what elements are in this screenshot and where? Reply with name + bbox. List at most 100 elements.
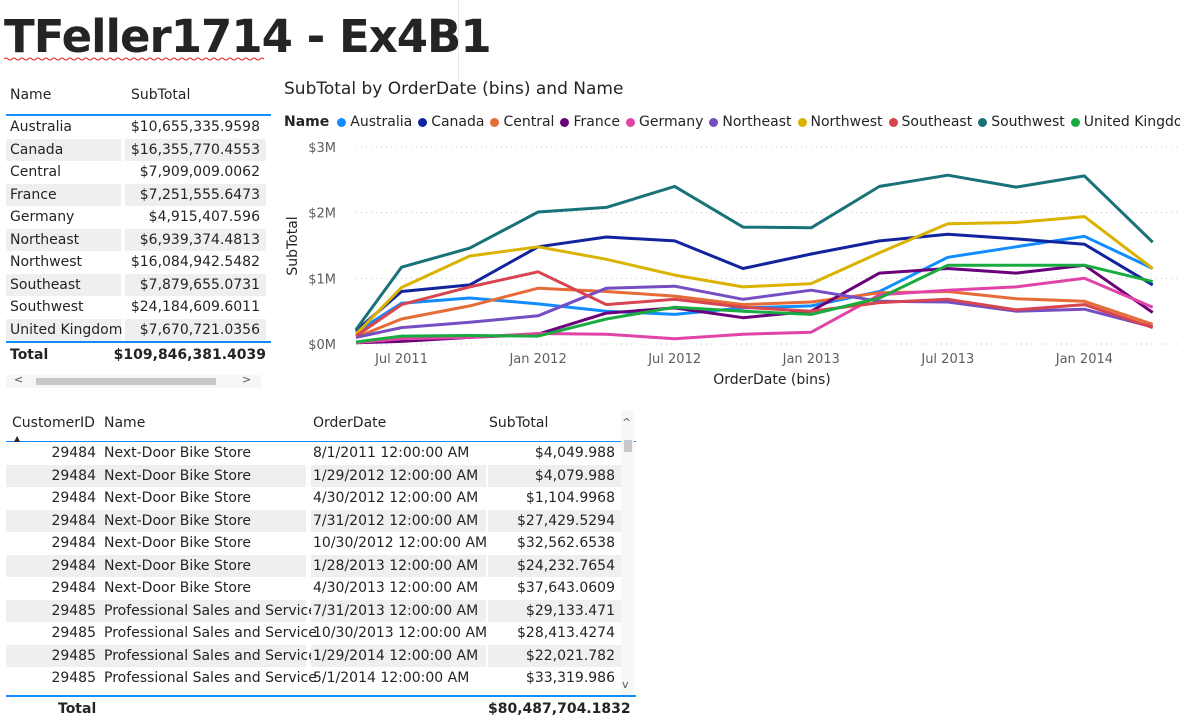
header-customerid[interactable]: CustomerID: [12, 415, 95, 431]
header-subtotal[interactable]: SubTotal: [131, 87, 190, 103]
legend-dot-icon: [888, 117, 898, 127]
cell-customerid: 29485: [51, 670, 96, 686]
cell-name: Northeast: [6, 228, 121, 251]
legend-dot-icon: [418, 117, 428, 127]
summary-table-body: Australia $10,655,335.9598 Canada $16,355,7…: [6, 116, 271, 341]
table-row[interactable]: France $7,251,555.6473: [6, 183, 271, 206]
table-row[interactable]: Southeast $7,879,655.0731: [6, 273, 271, 296]
cell-name: Australia: [10, 119, 72, 135]
table-row[interactable]: 29484 Next-Door Bike Store 7/31/2012 12:00…: [6, 509, 636, 532]
summary-total-label: Total: [10, 347, 49, 363]
header-name[interactable]: Name: [104, 415, 145, 431]
legend-item[interactable]: Canada: [418, 114, 484, 130]
table-row[interactable]: Southwest $24,184,609.6011: [6, 296, 271, 319]
table-row[interactable]: 29484 Next-Door Bike Store 4/30/2013 12:00…: [6, 577, 636, 600]
cell-customerid: 29485: [6, 644, 102, 667]
table-row[interactable]: United Kingdom $7,670,721.0356: [6, 318, 271, 341]
cell-name: Professional Sales and Service: [104, 670, 317, 686]
table-row[interactable]: 29484 Next-Door Bike Store 4/30/2012 12:00…: [6, 487, 636, 510]
legend-label: Southeast: [901, 114, 973, 130]
table-row[interactable]: Germany $4,915,407.596: [6, 206, 271, 229]
header-subtotal[interactable]: SubTotal: [489, 415, 548, 431]
cell-customerid: 29484: [51, 580, 96, 596]
cell-subtotal: $7,251,555.6473: [125, 183, 266, 206]
summary-total-value: $109,846,381.4039: [113, 347, 266, 363]
scroll-down-arrow[interactable]: v: [622, 678, 629, 691]
table-row[interactable]: 29485 Professional Sales and Service 1/29/…: [6, 644, 636, 667]
cell-name: Next-Door Bike Store: [104, 580, 251, 596]
cell-subtotal: $37,643.0609: [517, 580, 615, 596]
chart-series: [354, 173, 1154, 345]
cell-customerid: 29484: [6, 554, 102, 577]
cell-name: Germany: [10, 209, 75, 225]
scroll-right-arrow[interactable]: >: [242, 373, 251, 386]
header-orderdate[interactable]: OrderDate: [313, 415, 386, 431]
legend-item[interactable]: United Kingdom: [1070, 114, 1180, 130]
legend-label: France: [573, 114, 621, 130]
cell-orderdate: 1/29/2014 12:00:00 AM: [311, 644, 486, 667]
table-row[interactable]: Australia $10,655,335.9598: [6, 116, 271, 139]
y-tick-label: $3M: [308, 141, 336, 156]
cell-name: United Kingdom: [6, 318, 122, 341]
summary-total-row: Total $109,846,381.4039: [6, 341, 271, 367]
table-row[interactable]: 29484 Next-Door Bike Store 1/29/2012 12:00…: [6, 464, 636, 487]
legend-item[interactable]: Central: [490, 114, 554, 130]
legend-title: Name: [284, 114, 330, 130]
cell-orderdate: 10/30/2013 12:00:00 AM: [313, 625, 488, 641]
table-row[interactable]: 29484 Next-Door Bike Store 8/1/2011 12:00:…: [6, 442, 636, 465]
cell-subtotal: $1,104.9968: [525, 490, 615, 506]
table-row[interactable]: 29484 Next-Door Bike Store 10/30/2012 12:0…: [6, 532, 636, 555]
scroll-up-arrow[interactable]: ^: [622, 416, 631, 429]
cell-name: Professional Sales and Service: [104, 625, 317, 641]
cell-orderdate: 8/1/2011 12:00:00 AM: [313, 445, 470, 461]
legend-dot-icon: [978, 117, 988, 127]
cell-subtotal: $10,655,335.9598: [130, 119, 260, 135]
cell-subtotal: $32,562.6538: [517, 535, 615, 551]
legend-label: Australia: [350, 114, 413, 130]
table-row[interactable]: Canada $16,355,770.4553: [6, 138, 271, 161]
title-box-border: [458, 0, 459, 80]
x-tick-label: Jan 2012: [508, 352, 566, 367]
legend-item[interactable]: Southwest: [978, 114, 1065, 130]
table-row[interactable]: Northeast $6,939,374.4813: [6, 228, 271, 251]
legend-item[interactable]: Australia: [337, 114, 412, 130]
cell-orderdate: 4/30/2013 12:00:00 AM: [313, 580, 479, 596]
cell-orderdate: 4/30/2012 12:00:00 AM: [313, 490, 479, 506]
cell-orderdate: 1/28/2013 12:00:00 AM: [311, 554, 486, 577]
line-chart: $0M $1M $2M $3M Jul 2011 Jan 2012 Jul 2012 Jan…: [285, 141, 1180, 388]
cell-subtotal: $22,021.782: [488, 644, 621, 667]
y-tick-label: $2M: [308, 207, 336, 222]
cell-orderdate: 1/29/2012 12:00:00 AM: [311, 464, 486, 487]
cell-name: Next-Door Bike Store: [104, 445, 251, 461]
table-row[interactable]: 29484 Next-Door Bike Store 1/28/2013 12:00…: [6, 554, 636, 577]
legend-item[interactable]: Germany: [626, 114, 703, 130]
legend-dot-icon: [626, 117, 636, 127]
legend-item[interactable]: Northeast: [709, 114, 792, 130]
cell-orderdate: 7/31/2013 12:00:00 AM: [311, 599, 486, 622]
table-row[interactable]: Central $7,909,009.0062: [6, 161, 271, 184]
summary-horizontal-scrollbar[interactable]: < >: [6, 373, 261, 388]
cell-subtotal: $16,084,942.5482: [130, 254, 260, 270]
scroll-left-arrow[interactable]: <: [14, 373, 23, 386]
scrollbar-thumb[interactable]: [36, 378, 216, 385]
detail-vertical-scrollbar[interactable]: ^ v: [621, 410, 634, 695]
legend-item[interactable]: France: [560, 114, 620, 130]
scrollbar-thumb[interactable]: [624, 440, 632, 452]
detail-table: CustomerID Name OrderDate SubTotal ▲ 294…: [6, 410, 636, 721]
table-row[interactable]: 29485 Professional Sales and Service 7/31/…: [6, 599, 636, 622]
x-tick-label: Jan 2014: [1055, 352, 1113, 367]
cell-subtotal: $29,133.471: [488, 599, 621, 622]
cell-name: Next-Door Bike Store: [102, 464, 306, 487]
table-row[interactable]: 29485 Professional Sales and Service 10/30…: [6, 622, 636, 645]
table-row[interactable]: Northwest $16,084,942.5482: [6, 251, 271, 274]
legend-label: United Kingdom: [1083, 114, 1180, 130]
legend-item[interactable]: Northwest: [797, 114, 883, 130]
cell-subtotal: $24,232.7654: [488, 554, 621, 577]
header-name[interactable]: Name: [10, 87, 51, 103]
cell-name: Northwest: [10, 254, 83, 270]
table-row[interactable]: 29485 Professional Sales and Service 5/1/2…: [6, 667, 636, 690]
x-tick-label: Jul 2013: [920, 352, 974, 367]
cell-customerid: 29485: [6, 599, 102, 622]
cell-orderdate: 5/1/2014 12:00:00 AM: [313, 670, 470, 686]
legend-item[interactable]: Southeast: [888, 114, 973, 130]
